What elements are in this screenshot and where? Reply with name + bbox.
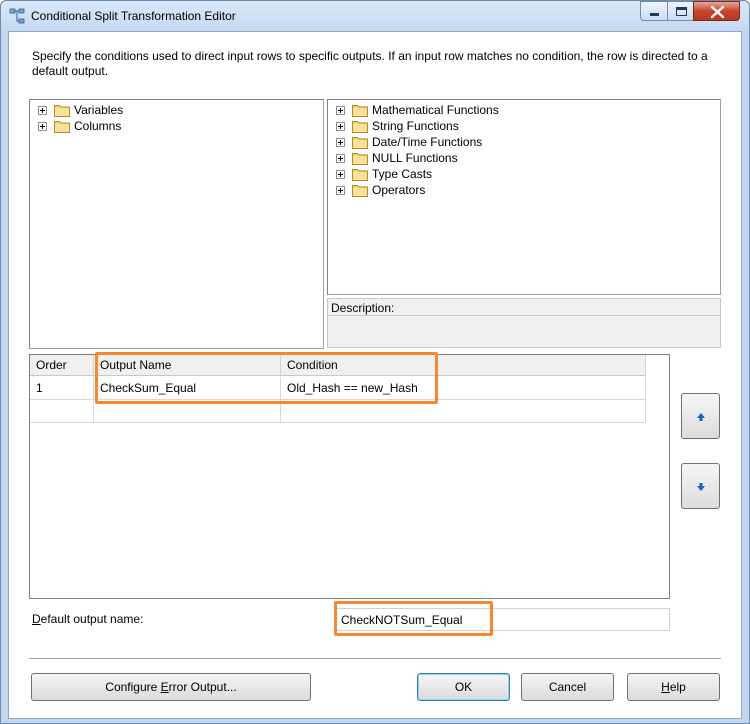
close-button[interactable] (693, 1, 740, 21)
tree-item-label: Variables (74, 103, 124, 117)
close-icon (710, 5, 725, 19)
cell-output-name[interactable]: CheckSum_Equal (94, 377, 281, 400)
table-row-new[interactable] (30, 400, 646, 423)
maximize-icon (676, 7, 687, 16)
expand-icon[interactable] (38, 122, 47, 131)
default-output-label-text: efault output name: (40, 612, 144, 626)
column-header-order[interactable]: Order (30, 355, 94, 376)
move-down-button[interactable] (681, 463, 720, 509)
cancel-label: Cancel (548, 680, 587, 694)
folder-icon (54, 105, 70, 117)
move-up-button[interactable] (681, 393, 720, 439)
default-output-label: Default output name: (32, 612, 144, 626)
expand-icon[interactable] (38, 106, 47, 115)
description-header: Description: (327, 298, 721, 316)
tree-item-label: String Functions (372, 119, 459, 133)
expand-icon[interactable] (336, 122, 345, 131)
table-row[interactable]: 1 CheckSum_Equal Old_Hash == new_Hash (30, 377, 646, 400)
minimize-button[interactable] (640, 1, 668, 21)
expand-icon[interactable] (336, 186, 345, 195)
cell-condition[interactable]: Old_Hash == new_Hash (281, 377, 646, 400)
tree-item-label: Date/Time Functions (372, 135, 483, 149)
window-title: Conditional Split Transformation Editor (31, 9, 236, 23)
tree-item-label: Mathematical Functions (372, 103, 499, 117)
column-header-output-name[interactable]: Output Name (94, 355, 281, 376)
conditional-split-icon (9, 8, 25, 24)
label-part: elp (669, 680, 686, 694)
label-accel: E (160, 680, 169, 694)
configure-error-output-button[interactable]: Configure Error Output... (31, 673, 311, 701)
folder-icon (352, 121, 368, 133)
cell-order[interactable]: 1 (30, 377, 94, 400)
grid-header: Order Output Name Condition (30, 355, 646, 376)
arrow-down-icon (697, 483, 705, 491)
expand-icon[interactable] (336, 170, 345, 179)
separator (29, 658, 721, 660)
arrow-up-icon (697, 413, 705, 421)
label-part: rror Output... (168, 680, 237, 694)
cell-order[interactable] (30, 400, 94, 423)
folder-icon (352, 185, 368, 197)
dialog-client-area: Specify the conditions used to direct in… (8, 31, 742, 719)
minimize-icon (650, 13, 659, 16)
ok-button[interactable]: OK (417, 673, 510, 701)
tree-item-label: Operators (372, 183, 426, 197)
folder-icon (352, 137, 368, 149)
folder-icon (54, 121, 70, 133)
variables-columns-tree[interactable]: Variables Columns (29, 99, 324, 349)
tree-item-label: Type Casts (372, 167, 433, 181)
tree-item-label: Columns (74, 119, 122, 133)
cell-output-name[interactable] (94, 400, 281, 423)
help-button[interactable]: Help (627, 673, 720, 701)
editor-window: Conditional Split Transformation Editor … (0, 0, 750, 724)
folder-icon (352, 105, 368, 117)
label-accel: H (661, 680, 670, 694)
title-bar[interactable]: Conditional Split Transformation Editor (1, 1, 749, 31)
functions-tree[interactable]: Mathematical Functions String Functions … (327, 99, 721, 295)
expand-icon[interactable] (336, 138, 345, 147)
default-output-name-input[interactable] (335, 608, 670, 631)
label-part: Configure (105, 680, 161, 694)
folder-icon (352, 153, 368, 165)
instruction-text: Specify the conditions used to direct in… (32, 49, 708, 78)
cancel-button[interactable]: Cancel (521, 673, 614, 701)
tree-item-label: NULL Functions (372, 151, 458, 165)
configure-error-output-label: Configure Error Output... (32, 680, 310, 694)
column-header-condition[interactable]: Condition (281, 355, 646, 376)
maximize-button[interactable] (667, 1, 694, 21)
expand-icon[interactable] (336, 106, 345, 115)
ok-label: OK (454, 680, 473, 694)
help-label: Help (628, 680, 719, 694)
cell-condition[interactable] (281, 400, 646, 423)
description-body (327, 316, 721, 348)
expand-icon[interactable] (336, 154, 345, 163)
folder-icon (352, 169, 368, 181)
conditions-grid[interactable]: Order Output Name Condition 1 CheckSum_E… (29, 354, 670, 599)
